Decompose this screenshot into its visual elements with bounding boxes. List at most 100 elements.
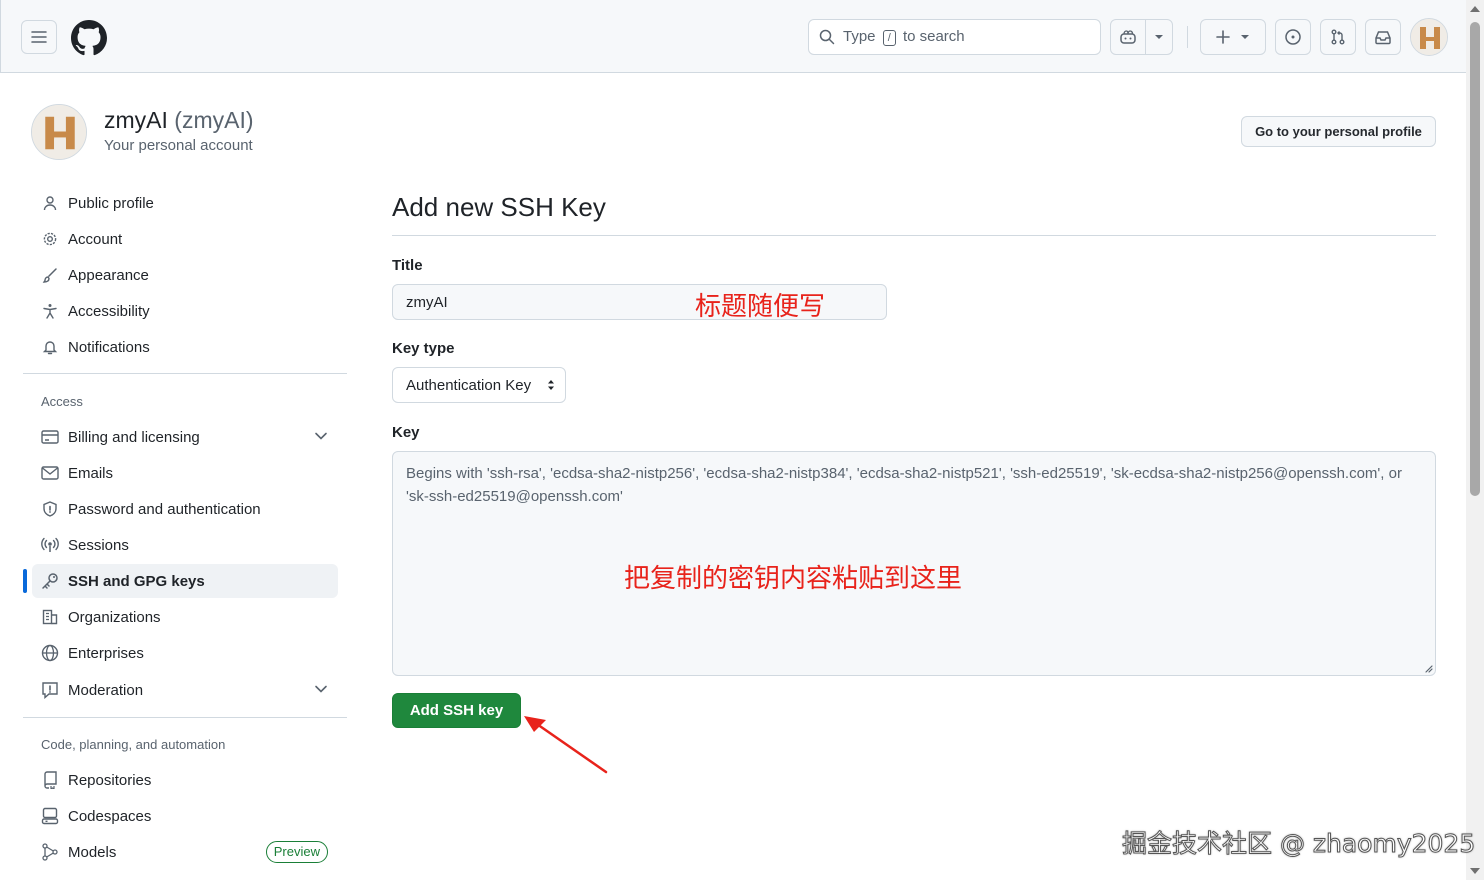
- sidebar-item-sessions[interactable]: Sessions: [32, 528, 338, 562]
- sidebar-item-public-profile[interactable]: Public profile: [32, 186, 338, 220]
- broadcast-icon: [40, 535, 60, 555]
- profile-subtitle: Your personal account: [104, 137, 253, 154]
- sidebar-item-accessibility[interactable]: Accessibility: [32, 294, 338, 328]
- inbox-icon: [1375, 31, 1391, 45]
- preview-badge: Preview: [265, 841, 328, 863]
- paintbrush-icon: [40, 265, 60, 285]
- copilot-button-group: [1110, 19, 1173, 55]
- scroll-down-arrow-icon[interactable]: [1470, 868, 1480, 874]
- issues-button[interactable]: [1275, 19, 1311, 55]
- active-item-indicator: [23, 569, 27, 593]
- sidebar-item-label: Organizations: [68, 608, 161, 626]
- sidebar-item-label: Billing and licensing: [68, 428, 200, 446]
- key-type-label: Key type: [392, 340, 455, 357]
- codespaces-icon: [40, 806, 60, 826]
- select-arrows-icon: [548, 380, 554, 390]
- search-shortcut-key: /: [882, 30, 896, 46]
- key-icon: [40, 571, 60, 591]
- sidebar-item-emails[interactable]: Emails: [32, 456, 338, 490]
- header-divider: [1187, 26, 1188, 48]
- key-field-label: Key: [392, 424, 420, 441]
- sidebar-divider: [23, 373, 347, 374]
- sidebar-item-appearance[interactable]: Appearance: [32, 258, 338, 292]
- annotation-arrow-icon: [524, 716, 608, 774]
- sidebar-item-moderation[interactable]: Moderation: [32, 673, 338, 707]
- pull-requests-button[interactable]: [1320, 19, 1356, 55]
- profile-name: zmyAI (zmyAI): [104, 107, 254, 134]
- sidebar-item-notifications[interactable]: Notifications: [32, 330, 338, 364]
- sidebar-item-label: Codespaces: [68, 807, 152, 825]
- profile-login: (zmyAI): [174, 107, 254, 133]
- search-input[interactable]: Type / to search: [808, 19, 1101, 55]
- sidebar-item-account[interactable]: Account: [32, 222, 338, 256]
- sidebar-item-label: Moderation: [68, 681, 144, 699]
- search-icon: [819, 29, 835, 45]
- sidebar-heading-access: Access: [41, 394, 83, 409]
- chevron-down-icon: [315, 685, 327, 693]
- sidebar-item-label: Notifications: [68, 338, 150, 356]
- page-scrollbar[interactable]: [1466, 0, 1484, 880]
- report-icon: [40, 680, 60, 700]
- sidebar-heading-code: Code, planning, and automation: [41, 737, 226, 752]
- user-avatar-menu[interactable]: [1410, 18, 1448, 56]
- sidebar-item-ssh-gpg-keys[interactable]: SSH and GPG keys: [32, 564, 338, 598]
- person-icon: [40, 193, 60, 213]
- triangle-down-icon: [1241, 35, 1249, 39]
- sidebar-item-billing[interactable]: Billing and licensing: [32, 420, 338, 454]
- triangle-down-icon: [1154, 35, 1163, 39]
- sidebar-item-label: Public profile: [68, 194, 154, 212]
- hamburger-icon: [31, 31, 47, 43]
- title-annotation: 标题随便写: [695, 292, 826, 322]
- sidebar-item-label: Password and authentication: [68, 500, 261, 518]
- sidebar-item-models[interactable]: Models Preview: [32, 835, 338, 869]
- menu-button[interactable]: [21, 20, 57, 54]
- key-type-select[interactable]: Authentication Key: [392, 367, 566, 403]
- go-to-profile-button[interactable]: Go to your personal profile: [1241, 116, 1436, 147]
- credit-card-icon: [40, 427, 60, 447]
- issue-opened-icon: [1285, 29, 1301, 45]
- sidebar-item-organizations[interactable]: Organizations: [32, 600, 338, 634]
- gear-icon: [40, 229, 60, 249]
- sidebar-item-label: Enterprises: [68, 644, 144, 662]
- profile-avatar: [31, 104, 87, 160]
- copilot-button[interactable]: [1111, 20, 1146, 54]
- organization-icon: [40, 607, 60, 627]
- title-divider: [392, 235, 1436, 236]
- bell-icon: [40, 337, 60, 357]
- chevron-down-icon: [315, 432, 327, 440]
- sidebar-item-codespaces[interactable]: Codespaces: [32, 799, 338, 833]
- search-placeholder: Type / to search: [843, 28, 965, 46]
- title-field-label: Title: [392, 257, 423, 274]
- sidebar-item-label: Repositories: [68, 771, 152, 789]
- page-title: Add new SSH Key: [392, 192, 606, 222]
- accessibility-icon: [40, 301, 60, 321]
- models-icon: [40, 842, 60, 862]
- copilot-dropdown-button[interactable]: [1146, 20, 1172, 54]
- git-pull-request-icon: [1331, 29, 1345, 45]
- repo-icon: [40, 770, 60, 790]
- sidebar-item-label: Sessions: [68, 536, 129, 554]
- avatar-identicon-icon: [1411, 19, 1447, 55]
- globe-icon: [40, 643, 60, 663]
- title-input-value: zmyAI: [406, 293, 448, 311]
- key-textarea-placeholder: Begins with 'ssh-rsa', 'ecdsa-sha2-nistp…: [406, 465, 1402, 505]
- resize-grip-icon[interactable]: [1423, 663, 1433, 673]
- scrollbar-thumb[interactable]: [1470, 22, 1480, 496]
- profile-display-name: zmyAI: [104, 107, 168, 133]
- sidebar-item-repositories[interactable]: Repositories: [32, 763, 338, 797]
- sidebar-item-label: Appearance: [68, 266, 149, 284]
- github-logo-icon[interactable]: [71, 20, 107, 56]
- scroll-up-arrow-icon[interactable]: [1470, 6, 1480, 12]
- shield-icon: [40, 499, 60, 519]
- sidebar-item-label: Account: [68, 230, 123, 248]
- add-ssh-key-button[interactable]: Add SSH key: [392, 693, 521, 728]
- mail-icon: [40, 463, 60, 483]
- inbox-button[interactable]: [1365, 19, 1401, 55]
- sidebar-item-password-auth[interactable]: Password and authentication: [32, 492, 338, 526]
- create-new-button[interactable]: [1200, 19, 1266, 55]
- sidebar-item-enterprises[interactable]: Enterprises: [32, 636, 338, 670]
- plus-icon: [1216, 30, 1230, 44]
- sidebar-item-label: SSH and GPG keys: [68, 572, 205, 590]
- key-type-selected-value: Authentication Key: [406, 376, 532, 394]
- copilot-icon: [1120, 30, 1136, 44]
